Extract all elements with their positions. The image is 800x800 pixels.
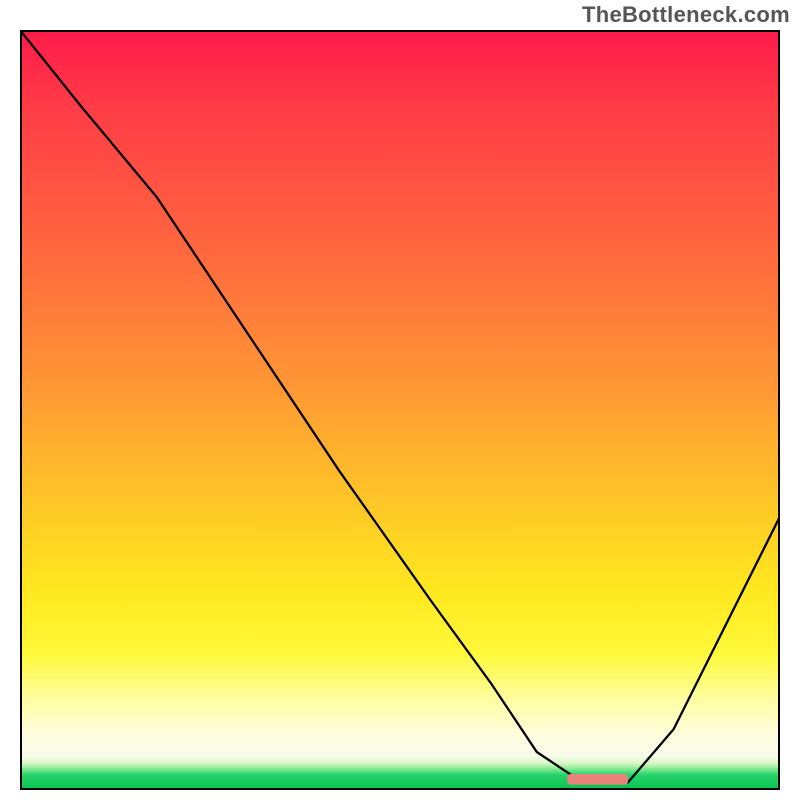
- watermark-text: TheBottleneck.com: [582, 2, 790, 28]
- plot-area: [20, 30, 780, 790]
- chart-container: TheBottleneck.com: [0, 0, 800, 800]
- bottleneck-curve: [20, 30, 780, 782]
- plot-svg: [20, 30, 780, 790]
- optimal-marker: [567, 774, 628, 785]
